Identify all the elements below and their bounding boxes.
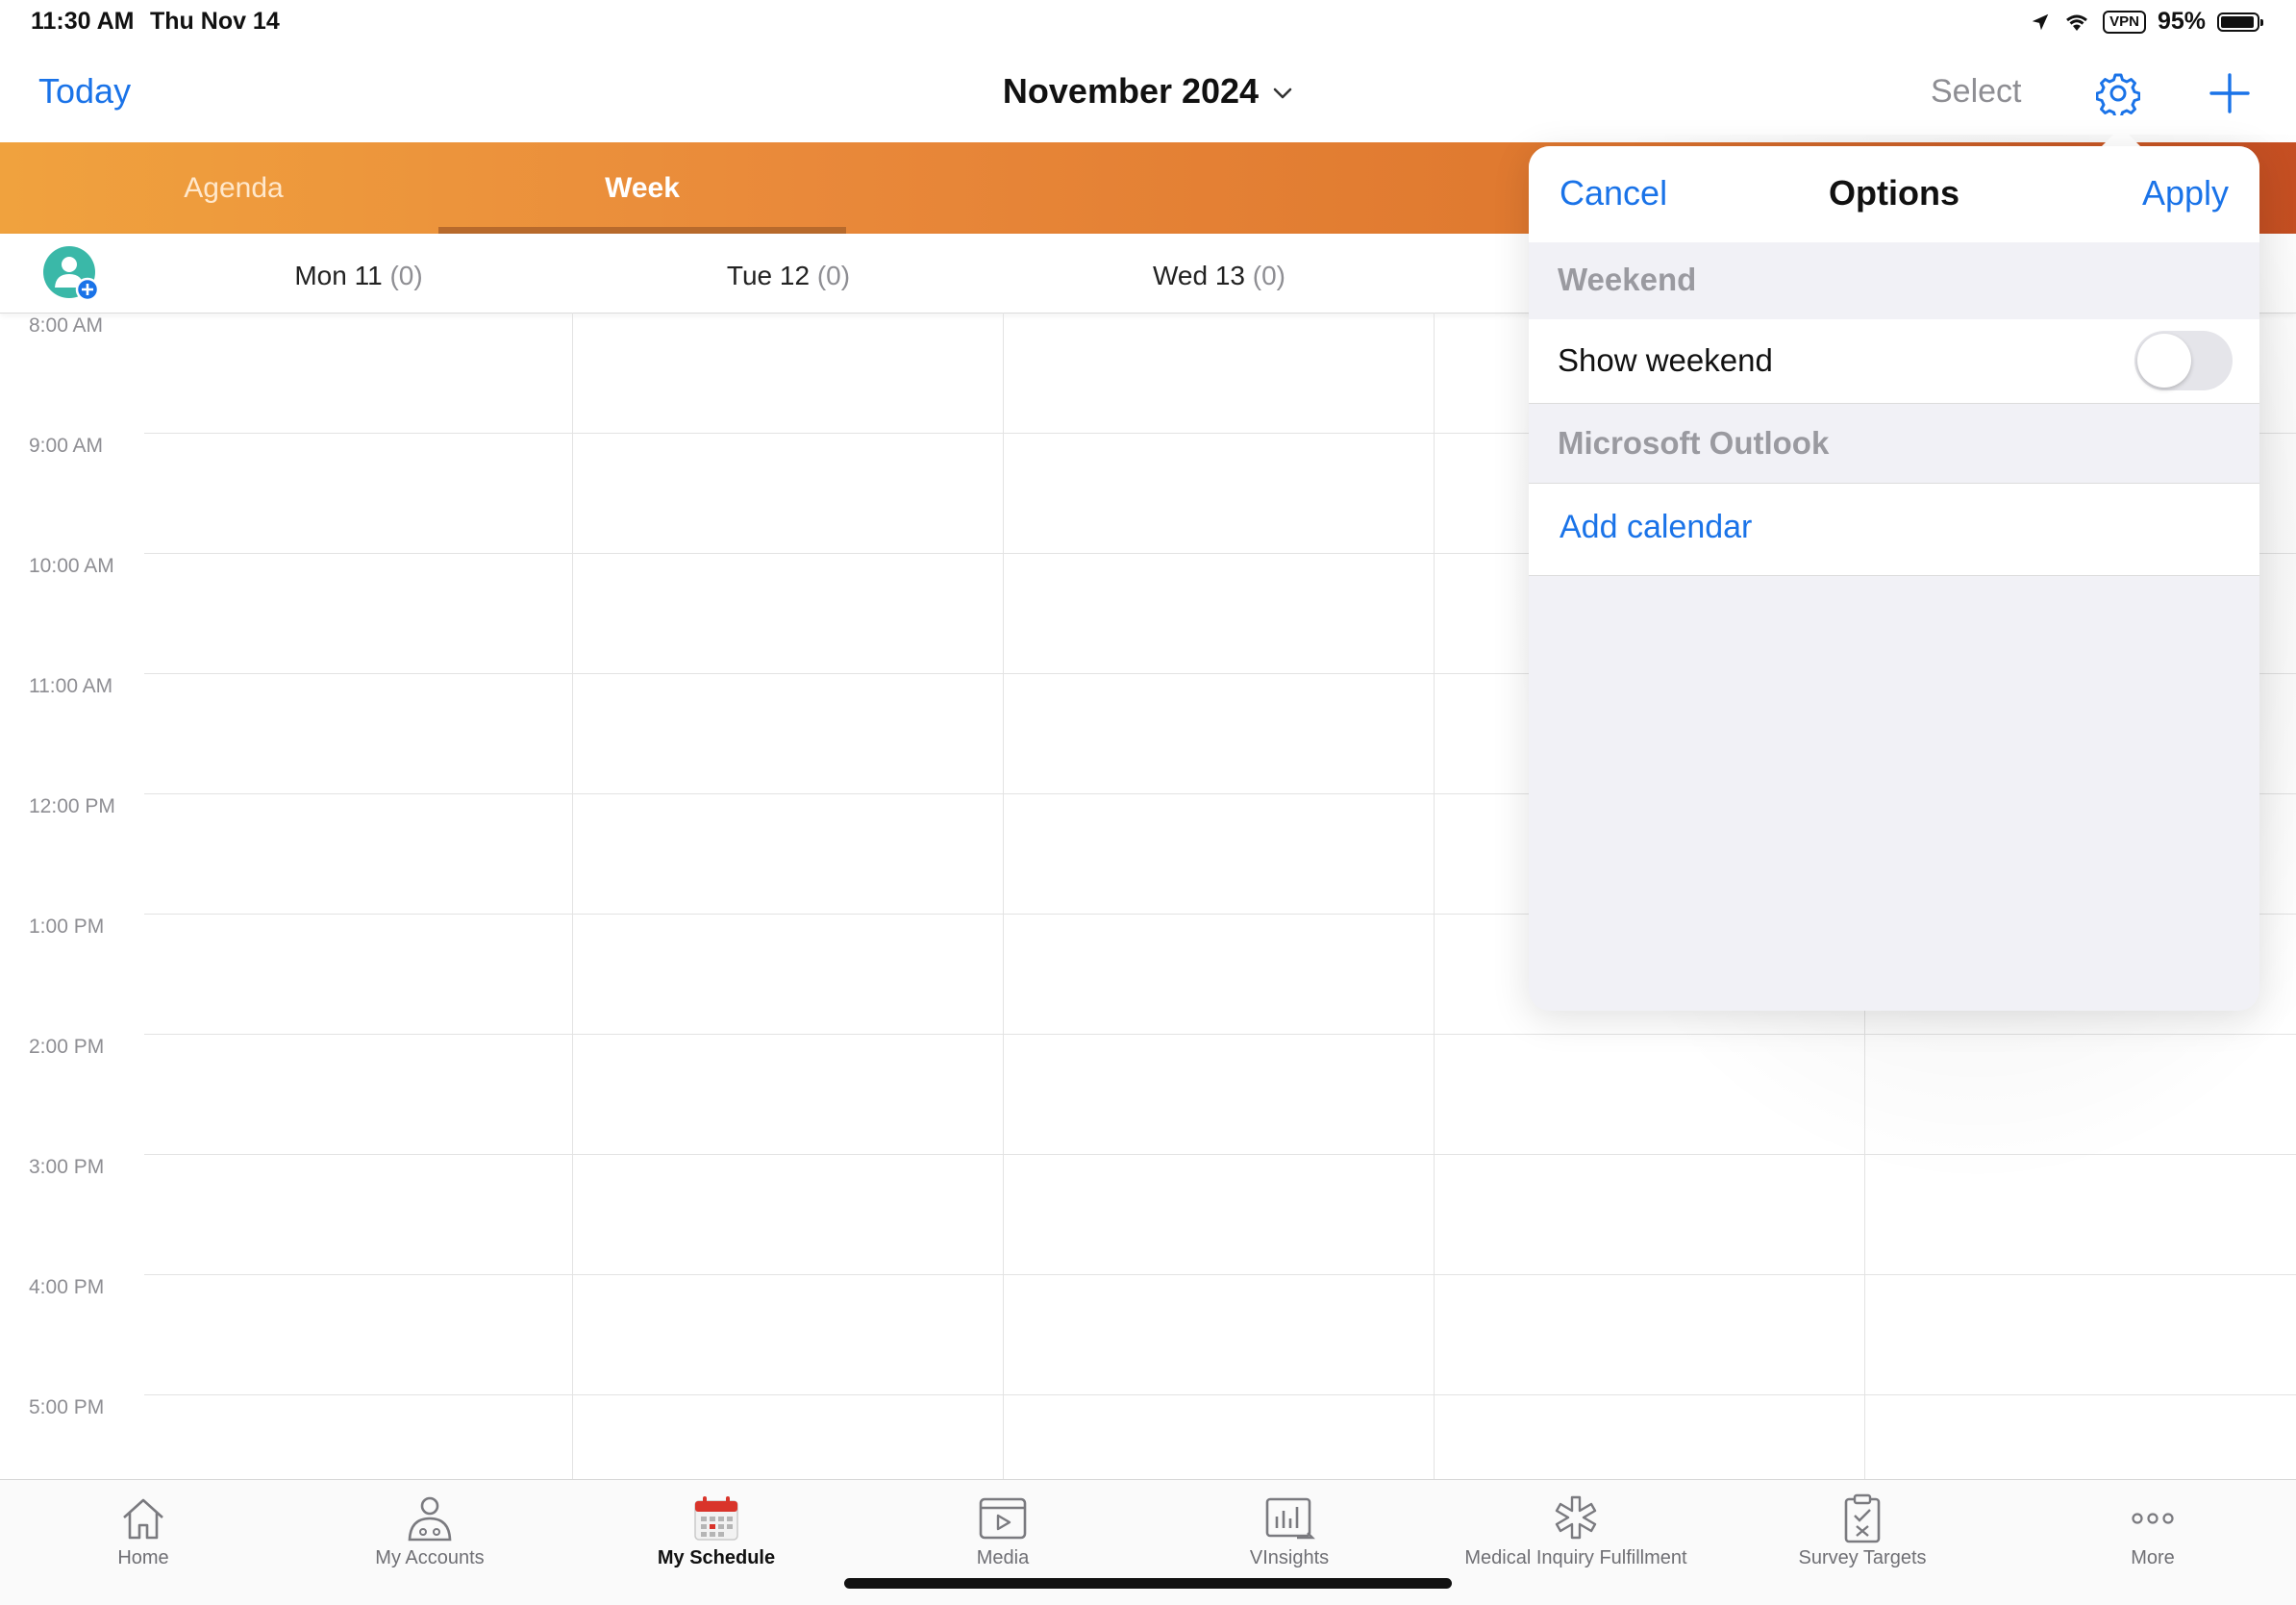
time-label: 2:00 PM [29,1036,105,1058]
options-popover: Cancel Options Apply Weekend Show weeken… [1529,146,2259,1011]
battery-icon [2217,12,2263,32]
home-indicator [844,1578,1452,1589]
status-indicators: VPN 95% [2030,8,2263,36]
tab-survey-targets[interactable]: Survey Targets [1719,1480,2006,1605]
time-label: 4:00 PM [29,1276,105,1298]
location-arrow-icon [2032,13,2049,30]
gear-icon[interactable] [2095,71,2141,119]
media-icon [979,1497,1027,1540]
insights-icon [1265,1497,1315,1540]
add-calendar-link[interactable]: Add calendar [1560,509,1752,546]
tab-label: My Accounts [375,1547,485,1568]
time-label: 1:00 PM [29,915,105,938]
add-calendar-row[interactable]: Add calendar [1529,484,2259,576]
event-count: (0) [389,261,423,290]
plus-icon[interactable] [2208,71,2252,115]
time-label: 3:00 PM [29,1156,105,1178]
popover-arrow [2100,127,2142,148]
tab-home[interactable]: Home [0,1480,287,1605]
outlook-section-header: Microsoft Outlook [1529,404,2259,484]
tab-label: Home [117,1547,169,1568]
tab-medical-inquiry-fulfillment[interactable]: Medical Inquiry Fulfillment [1433,1480,1719,1605]
vpn-icon: VPN [2103,10,2146,34]
month-title: November 2024 [1002,71,1260,111]
survey-clipboard-icon [1844,1493,1881,1543]
day-label: Mon 11 [294,261,383,290]
accounts-icon [408,1496,452,1542]
show-weekend-label: Show weekend [1558,342,1773,378]
battery-level [2221,15,2255,28]
tab-label: Survey Targets [1798,1547,1927,1568]
time-label: 8:00 AM [29,314,104,337]
tab-label: VInsights [1249,1547,1330,1568]
day-label: Wed 13 [1152,261,1245,290]
status-date: Thu Nov 14 [150,8,280,35]
battery-percent: 95% [2157,8,2206,35]
section-title: Microsoft Outlook [1558,425,1830,461]
section-title: Weekend [1558,262,1697,297]
day-column-wed[interactable]: Wed 13 (0) [1004,261,1435,291]
tab-week[interactable]: Week [438,142,846,234]
toggle-knob [2137,334,2191,388]
day-column-tue[interactable]: Tue 12 (0) [573,261,1004,291]
wifi-icon [2066,14,2088,31]
tab-label: Medical Inquiry Fulfillment [1464,1547,1687,1568]
column-divider [572,313,573,1479]
time-label: 12:00 PM [29,795,115,817]
time-label: 9:00 AM [29,435,104,457]
popover-header: Cancel Options Apply [1529,146,2259,243]
tab-my-schedule[interactable]: My Schedule [573,1480,860,1605]
weekend-section-header: Weekend [1529,242,2259,320]
tab-label: My Schedule [657,1547,776,1568]
select-button[interactable]: Select [1931,73,2022,111]
tab-label: Media [976,1547,1030,1568]
status-time: 11:30 AM [31,8,135,35]
event-count: (0) [1252,261,1285,290]
status-bar: 11:30 AM Thu Nov 14 VPN 95% [0,0,2296,46]
tab-agenda[interactable]: Agenda [0,142,467,234]
apply-button[interactable]: Apply [2142,173,2229,213]
day-column-mon[interactable]: Mon 11 (0) [143,261,574,291]
hour-line [144,1394,2296,1395]
column-divider [1434,313,1435,1479]
column-divider [1003,313,1004,1479]
time-label: 5:00 PM [29,1396,105,1418]
chevron-down-icon [1273,88,1292,99]
day-label: Tue 12 [726,261,811,290]
selected-tab-indicator [438,227,846,234]
show-weekend-toggle[interactable] [2134,331,2233,390]
tab-my-accounts[interactable]: My Accounts [287,1480,573,1605]
tab-more[interactable]: More [2009,1480,2296,1605]
medical-star-icon [1555,1495,1597,1540]
more-dots-icon [2132,1513,2174,1524]
tab-label: More [2131,1547,2175,1568]
time-label: 11:00 AM [29,675,113,697]
time-label: 10:00 AM [29,555,114,577]
show-weekend-row: Show weekend [1529,319,2259,404]
add-attendee-icon[interactable] [42,245,102,305]
home-icon [123,1498,163,1540]
hour-line [144,1274,2296,1275]
event-count: (0) [816,261,851,290]
calendar-icon [694,1496,738,1541]
